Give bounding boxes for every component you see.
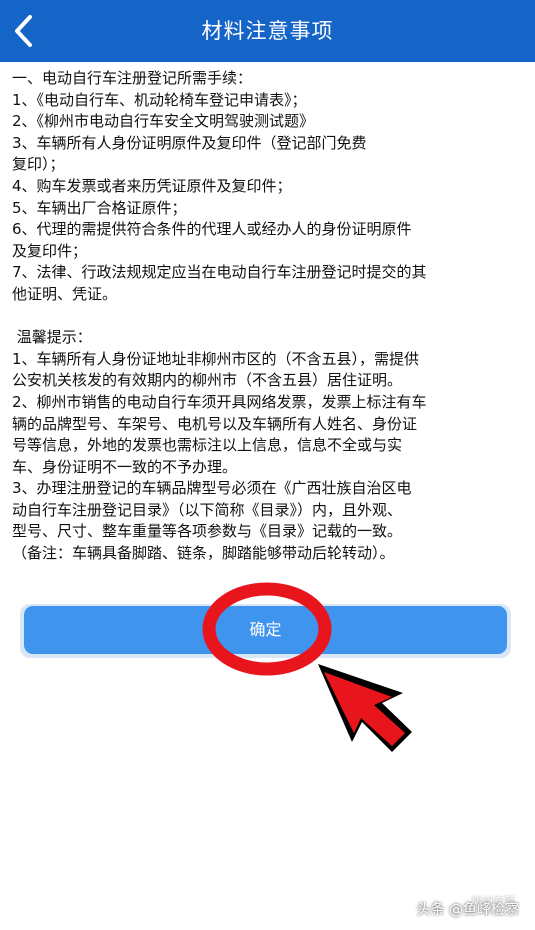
notice-content: 一、电动自行车注册登记所需手续： 1、《电动自行车、机动轮椅车登记申请表》； 2、《… [12, 68, 527, 565]
pointer-arrow [318, 664, 412, 752]
content-line: 复印）； [12, 155, 65, 174]
content-line: 及复印件； [12, 241, 88, 260]
content-line: 3、办理注册登记的车辆品牌型号必须在《广西壮族自治区电 [12, 479, 412, 498]
content-line: 3、车辆所有人身份证明原件及复印件（登记部门免费 [12, 133, 367, 152]
content-line: 4、购车发票或者来历凭证原件及复印件； [12, 176, 292, 195]
content-line: 型号、尺寸、整车重量等各项参数与《目录》记载的一致。 [12, 522, 403, 541]
content-line: 温馨提示： [12, 328, 92, 347]
page-title: 材料注意事项 [201, 19, 334, 43]
content-line: 2、柳州市销售的电动自行车须开具网络发票，发票上标注有车 [12, 392, 427, 411]
content-line: （备注：车辆具备脚踏、链条，脚踏能够带动后轮转动）。 [12, 544, 395, 563]
watermark: 头条 @鱼峰检察 [416, 902, 519, 918]
navigation-bar: 材料注意事项 [0, 0, 535, 62]
content-line: 公安机关核发的有效期内的柳州市（不含五县）居住证明。 [12, 371, 403, 390]
confirm-button-container: 确定 [20, 604, 511, 658]
content-line: 辆的品牌型号、车架号、电机号以及车辆所有人姓名、身份证 [12, 414, 418, 433]
content-line: 1、车辆所有人身份证地址非柳州市区的（不含五县），需提供 [12, 349, 420, 368]
confirm-button[interactable]: 确定 [24, 606, 507, 654]
content-line: 2、《柳州市电动自行车安全文明驾驶测试题》 [12, 112, 315, 131]
content-line: 动自行车注册登记目录》（以下简称《目录》）内，且外观、 [12, 500, 403, 519]
content-line: 7、法律、行政法规规定应当在电动自行车注册登记时提交的其 [12, 263, 427, 282]
content-line: 他证明、凭证。 [12, 284, 118, 303]
content-line: 1、《电动自行车、机动轮椅车登记申请表》； [12, 90, 307, 109]
page: 材料注意事项 一、电动自行车注册登记所需手续： 1、《电动自行车、机动轮椅车登记申… [0, 0, 535, 930]
content-line: 车、身份证明不一致的不予办理。 [12, 457, 238, 476]
content-line: 6、代理的需提供符合条件的代理人或经办人的身份证明原件 [12, 220, 412, 239]
content-line: 一、电动自行车注册登记所需手续： [12, 69, 253, 87]
content-line: 5、车辆出厂合格证原件； [12, 198, 187, 217]
content-line: 号等信息，外地的发票也需标注以上信息，信息不全或与实 [12, 436, 403, 455]
